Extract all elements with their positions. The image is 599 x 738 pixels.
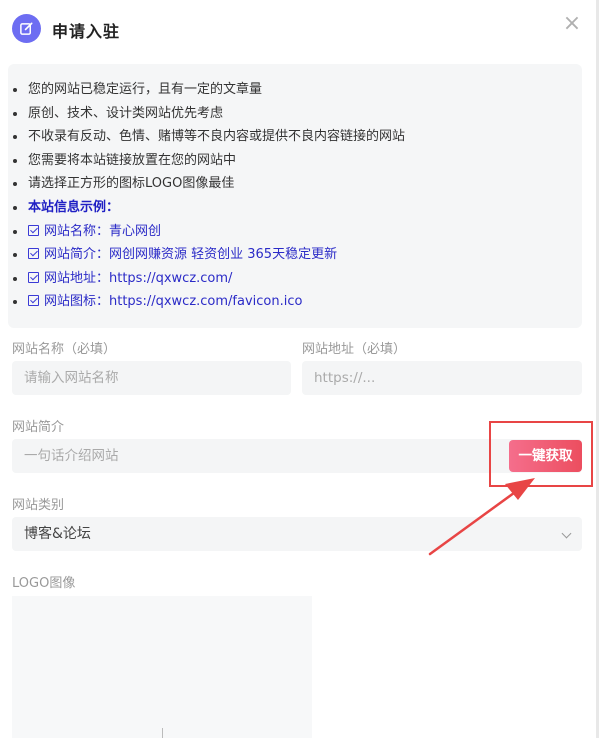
- dialog-title: 申请入驻: [52, 22, 121, 41]
- dialog-header: 申请入驻 ×: [0, 0, 599, 58]
- notice-item: 原创、技术、设计类网站优先考虑: [8, 102, 582, 126]
- example-text: 网站简介：网创网赚资源 轻资创业 365天稳定更新: [44, 247, 338, 263]
- notice-item: 您的网站已稳定运行，且有一定的文章量: [8, 78, 582, 102]
- checkbox-icon: [28, 224, 39, 236]
- notice-panel: 您的网站已稳定运行，且有一定的文章量 原创、技术、设计类网站优先考虑 不收录有反…: [8, 64, 582, 328]
- logo-label: LOGO图像: [12, 576, 76, 591]
- edit-icon: [12, 14, 41, 43]
- example-item: 网站图标：https://qxwcz.com/favicon.ico: [8, 290, 582, 314]
- notice-item: 不收录有反动、色情、赌博等不良内容或提供不良内容链接的网站: [8, 125, 582, 149]
- checkbox-icon: [28, 248, 39, 260]
- notice-list: 您的网站已稳定运行，且有一定的文章量 原创、技术、设计类网站优先考虑 不收录有反…: [8, 78, 582, 314]
- checkbox-icon: [28, 271, 39, 283]
- annotation-highlight-box: [489, 421, 593, 487]
- site-name-label: 网站名称（必填）: [12, 342, 117, 357]
- checkbox-icon: [28, 295, 39, 307]
- close-icon[interactable]: ×: [562, 13, 582, 35]
- example-item: 网站名称：青心网创: [8, 220, 582, 244]
- site-name-input[interactable]: 请输入网站名称: [12, 361, 291, 395]
- category-select[interactable]: 博客&论坛: [12, 517, 582, 551]
- example-text: 网站名称：青心网创: [44, 223, 162, 239]
- notice-item: 您需要将本站链接放置在您的网站中: [8, 149, 582, 173]
- category-label: 网站类别: [12, 498, 65, 513]
- notice-item: 请选择正方形的图标LOGO图像最佳: [8, 172, 582, 196]
- logo-upload-area[interactable]: [12, 596, 312, 738]
- example-item: 网站简介：网创网赚资源 轻资创业 365天稳定更新: [8, 243, 582, 267]
- example-item: 网站地址：https://qxwcz.com/: [8, 267, 582, 291]
- upload-cursor-mark: [162, 728, 163, 738]
- category-value: 博客&论坛: [24, 526, 91, 542]
- site-url-input[interactable]: https://...: [302, 361, 582, 395]
- example-text: 网站图标：https://qxwcz.com/favicon.ico: [44, 294, 303, 310]
- example-text: 网站地址：https://qxwcz.com/: [44, 270, 233, 286]
- site-url-label: 网站地址（必填）: [302, 342, 407, 357]
- chevron-down-icon: [561, 528, 572, 539]
- site-desc-label: 网站简介: [12, 420, 65, 435]
- example-heading: 本站信息示例：: [8, 196, 582, 220]
